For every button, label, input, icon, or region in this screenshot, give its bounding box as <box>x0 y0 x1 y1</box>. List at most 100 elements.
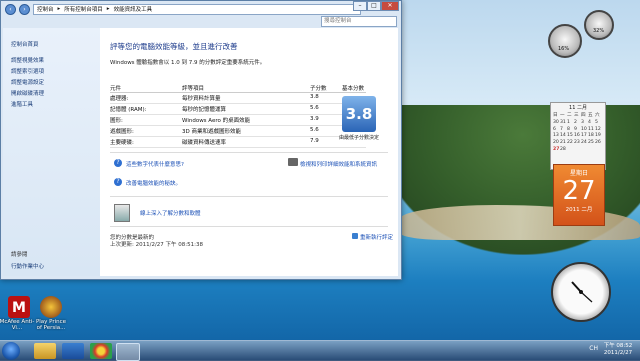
help-icon: ? <box>114 159 122 167</box>
mem-percent: 32% <box>593 28 605 34</box>
breadcrumb-separator: ▸ <box>57 6 61 12</box>
sidebar-item-home[interactable]: 控制台首頁 <box>11 40 39 48</box>
calendar-weekday: 日 <box>553 113 558 118</box>
calendar-date: 22 <box>567 140 573 146</box>
control-panel-window: ‹ › 控制台 ▸ 所有控制台項目 ▸ 效能資訊及工具 – □ ✕ 搜尋控制台 … <box>0 0 402 280</box>
table-header: 元件 評等項目 子分數 基本分數 <box>110 84 366 93</box>
clock-time: 下午 08:52 <box>603 343 633 349</box>
row-subscore: 5.6 <box>310 127 319 133</box>
table-row: 圖形: Windows Aero 的桌面效能 3.9 <box>110 116 366 126</box>
calendar-date: 2 <box>574 119 577 125</box>
sidebar-item-indexing[interactable]: 調整索引選項 <box>11 67 44 75</box>
forward-arrow-icon[interactable]: › <box>19 3 30 15</box>
row-rated: 磁碟資料傳送速率 <box>182 140 227 146</box>
row-subscore: 5.6 <box>310 105 319 111</box>
chrome-taskbar-icon[interactable] <box>90 343 112 359</box>
clock-date: 2011/2/27 <box>603 350 633 356</box>
row-subscore: 3.9 <box>310 116 319 122</box>
sidebar-see-also-heading: 請參閱 <box>11 252 28 258</box>
back-arrow-icon[interactable]: ‹ <box>5 3 16 15</box>
breadcrumb[interactable]: 控制台 ▸ 所有控制台項目 ▸ 效能資訊及工具 <box>33 3 361 15</box>
row-component: 圖形: <box>110 118 123 124</box>
rerun-assessment-link[interactable]: 重新執行評定 <box>360 233 393 241</box>
row-component: 主要硬碟: <box>110 140 134 146</box>
sidebar-item-action-center[interactable]: 行動作業中心 <box>11 262 44 270</box>
control-panel-taskbar-icon[interactable] <box>116 343 140 361</box>
explorer-taskbar-icon[interactable] <box>34 343 56 359</box>
mcafee-icon[interactable]: M <box>8 296 30 318</box>
breadcrumb-item-control-panel[interactable]: 控制台 <box>37 5 54 13</box>
calendar-date: 27 <box>553 146 560 152</box>
calendar-month: 11 二月 <box>569 105 587 111</box>
mcafee-label: McAfee Anti-Vi... <box>0 319 35 331</box>
calendar-date: 31 <box>560 119 566 125</box>
memory-meter-gadget[interactable]: 32% <box>584 10 614 40</box>
link-improve[interactable]: 改善電腦效能的秘訣。 <box>126 179 181 187</box>
breadcrumb-item-performance[interactable]: 效能資訊及工具 <box>114 5 153 13</box>
divider <box>110 152 388 153</box>
minimize-button[interactable]: – <box>353 1 367 11</box>
link-print-details[interactable]: 檢視和列印詳細效能和系統資訊 <box>300 160 377 168</box>
taskbar: CH 下午 08:52 2011/2/27 <box>0 340 640 361</box>
calendar-date: 3 <box>581 119 584 125</box>
link-what-mean[interactable]: 這些數字代表什麼意思? <box>126 160 184 168</box>
calendar-gadget[interactable]: 11 二月 日一二三四五六 30311 2 3 4 56 7 8 9 10111213141516… <box>550 102 606 170</box>
calendar-weekday: 一 <box>560 113 565 118</box>
header-base-score: 基本分數 <box>342 86 365 92</box>
row-component: 處理器: <box>110 96 129 102</box>
day-number: 27 <box>562 176 596 206</box>
clock-gadget[interactable] <box>551 262 611 322</box>
software-box-icon <box>114 204 130 222</box>
breadcrumb-item-all-items[interactable]: 所有控制台項目 <box>64 5 103 13</box>
table-row: 主要硬碟: 磁碟資料傳送速率 7.9 <box>110 138 366 148</box>
calendar-date: 25 <box>588 140 594 146</box>
divider <box>110 226 388 227</box>
cpu-meter-gadget[interactable]: 16% <box>548 24 582 58</box>
row-component: 記憶體 (RAM): <box>110 107 147 113</box>
last-update-text: 上次更新: 2011/2/27 下午 08:51:38 <box>110 242 204 248</box>
calendar-weekday: 五 <box>588 113 593 118</box>
link-learn-more[interactable]: 線上深入了解分數和軟體 <box>140 209 201 217</box>
media-player-taskbar-icon[interactable] <box>62 343 84 359</box>
system-clock[interactable]: 下午 08:52 2011/2/27 <box>600 343 636 357</box>
maximize-button[interactable]: □ <box>367 1 381 11</box>
row-component: 遊戲圖形: <box>110 129 134 135</box>
game-label: Play Prince of Persia... <box>35 319 67 331</box>
table-row: 記憶體 (RAM): 每秒的記憶體運算 5.6 <box>110 105 366 115</box>
sidebar-item-visual-effects[interactable]: 調整視覺效果 <box>11 56 44 64</box>
sidebar: 控制台首頁 調整視覺效果 調整索引選項 調整電源設定 開啟磁碟清理 進階工具 請… <box>3 28 100 276</box>
table-row: 處理器: 每秒資料計算量 3.8 <box>110 94 366 104</box>
start-button[interactable] <box>2 342 20 360</box>
base-score-badge: 3.8 <box>342 96 376 132</box>
close-button[interactable]: ✕ <box>381 1 399 11</box>
sidebar-item-disk-cleanup[interactable]: 開啟磁碟清理 <box>11 89 44 97</box>
intro-note: Windows 體驗指數會以 1.0 到 7.9 的分數評定重要系統元件。 <box>110 60 266 66</box>
language-indicator[interactable]: CH <box>589 345 598 352</box>
main-content: 評等您的電腦效能等級，並且進行改善 Windows 體驗指數會以 1.0 到 7… <box>100 28 398 276</box>
sidebar-item-power[interactable]: 調整電源設定 <box>11 78 44 86</box>
header-subscore: 子分數 <box>310 86 327 92</box>
calendar-weekday: 四 <box>581 113 586 118</box>
address-bar: ‹ › 控制台 ▸ 所有控制台項目 ▸ 效能資訊及工具 <box>5 3 361 15</box>
calendar-date: 5 <box>595 119 598 125</box>
calendar-date: 24 <box>581 140 587 146</box>
row-rated: 每秒的記憶體運算 <box>182 107 227 113</box>
header-rated: 評等項目 <box>182 86 205 92</box>
calendar-date: 4 <box>588 119 591 125</box>
search-input[interactable]: 搜尋控制台 <box>321 16 397 27</box>
calendar-date: 21 <box>560 140 566 146</box>
month-year: 2011 二月 <box>565 207 593 213</box>
row-rated: 每秒資料計算量 <box>182 96 221 102</box>
calendar-weekday: 三 <box>574 113 579 118</box>
day-calendar-gadget[interactable]: 星期日 27 2011 二月 <box>553 164 605 226</box>
cpu-percent: 16% <box>558 46 570 52</box>
divider <box>110 196 388 197</box>
row-subscore: 7.9 <box>310 138 319 144</box>
sidebar-item-advanced-tools[interactable]: 進階工具 <box>11 100 33 108</box>
row-rated: Windows Aero 的桌面效能 <box>182 118 251 124</box>
game-icon[interactable] <box>40 296 62 318</box>
printer-icon <box>288 158 298 166</box>
shield-icon <box>352 233 358 239</box>
page-title: 評等您的電腦效能等級，並且進行改善 <box>110 42 238 51</box>
help-icon: ? <box>114 178 122 186</box>
